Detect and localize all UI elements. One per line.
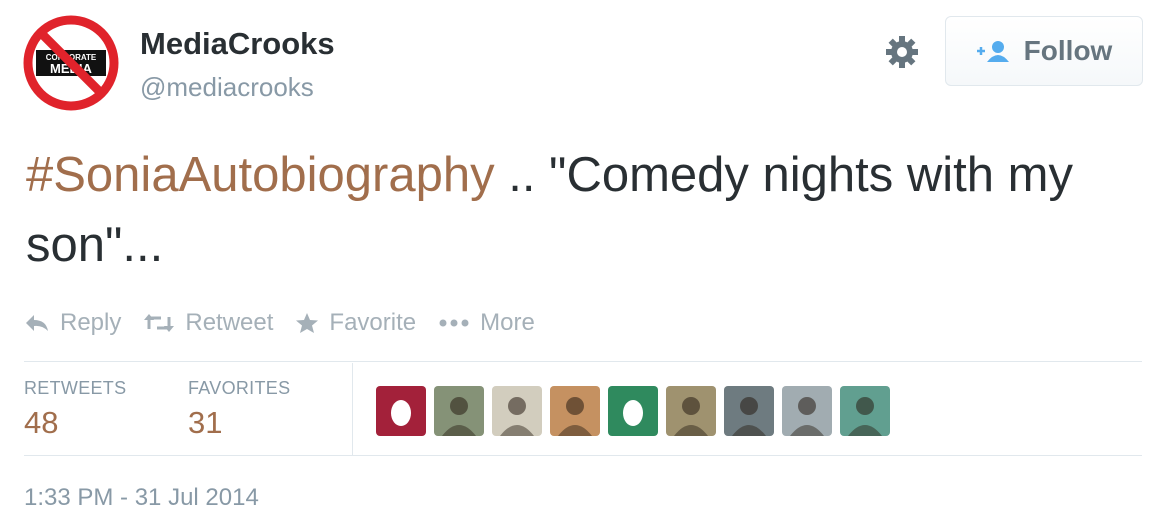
reply-label: Reply [60,309,122,336]
more-label: More [480,309,535,336]
photo-avatar[interactable] [782,386,832,436]
favorites-label: FAVORITES [188,378,291,398]
retweets-value: 48 [24,405,59,440]
reply-button[interactable]: Reply [24,309,121,337]
reply-icon [26,315,48,331]
tweet-text: #SoniaAutobiography .. "Comedy nights wi… [26,140,1146,280]
egg-avatar[interactable] [376,386,426,436]
follow-label: Follow [1023,35,1113,66]
favorite-button[interactable]: Favorite [295,309,416,337]
tweet-actions: Reply Retweet Favorite More [24,306,557,340]
photo-avatar[interactable] [666,386,716,436]
egg-avatar[interactable] [608,386,658,436]
favorites-value: 31 [188,405,223,440]
stats-divider [352,363,353,455]
divider-top [24,361,1142,362]
favorite-count[interactable]: FAVORITES 31 [188,378,290,441]
photo-avatar[interactable] [434,386,484,436]
photo-avatar[interactable] [550,386,600,436]
retweet-icon [144,314,175,332]
tweet-timestamp[interactable]: 1:33 PM - 31 Jul 2014 [24,484,259,512]
star-icon [296,313,319,333]
hashtag-link[interactable]: #SoniaAutobiography [26,148,495,202]
more-dots-icon [439,319,469,327]
retweet-count[interactable]: RETWEETS 48 [24,378,126,441]
favoriters-list [376,386,898,436]
display-name[interactable]: MediaCrooks [140,26,335,62]
profile-avatar[interactable]: CORPORATE MEDIA [22,14,120,112]
user-handle[interactable]: @mediacrooks [140,72,314,103]
more-button[interactable]: More [438,309,535,337]
retweets-label: RETWEETS [24,378,127,398]
photo-avatar[interactable] [724,386,774,436]
retweet-button[interactable]: Retweet [143,309,273,337]
follow-button[interactable]: Follow [945,16,1143,86]
photo-avatar[interactable] [840,386,890,436]
favorite-label: Favorite [329,309,417,336]
divider-bottom [24,455,1142,456]
retweet-label: Retweet [185,309,274,336]
add-user-icon [976,41,1009,62]
gear-icon[interactable] [882,32,922,72]
photo-avatar[interactable] [492,386,542,436]
